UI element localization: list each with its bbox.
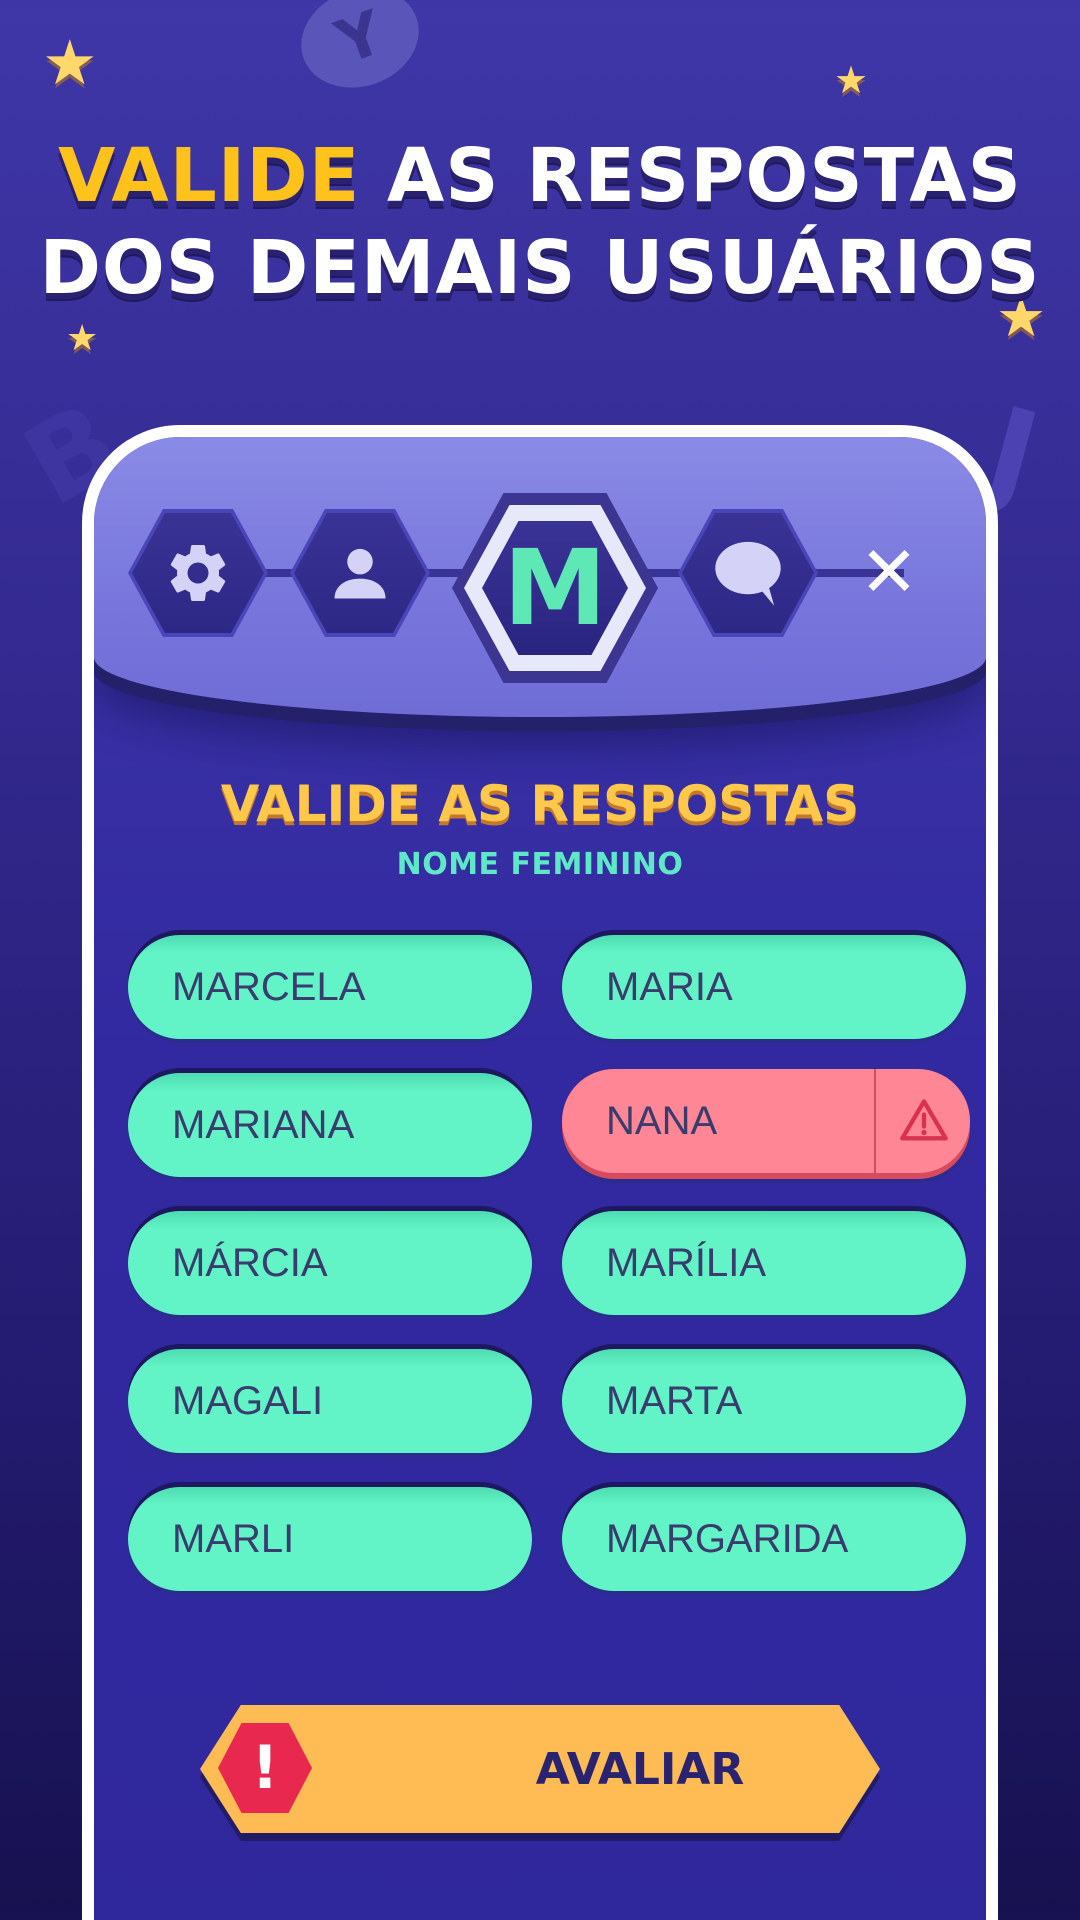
answer-text: MARIA bbox=[606, 964, 733, 1009]
headline-line-1-rest: AS RESPOSTAS bbox=[360, 133, 1022, 219]
evaluate-button-label: AVALIAR bbox=[535, 1743, 745, 1795]
answer-text: MARLI bbox=[172, 1516, 295, 1561]
answer-item[interactable]: MARGARIDA bbox=[562, 1487, 966, 1591]
answer-item[interactable]: MÁRCIA bbox=[128, 1211, 532, 1315]
close-button[interactable]: ✕ bbox=[854, 537, 924, 607]
evaluate-button[interactable]: ! AVALIAR bbox=[200, 1705, 880, 1833]
star-icon: ★ bbox=[66, 318, 99, 359]
answer-text: MARIANA bbox=[172, 1102, 355, 1147]
answer-item[interactable]: MARLI bbox=[128, 1487, 532, 1591]
answer-text: MAGALI bbox=[172, 1378, 324, 1423]
answer-text: MARÍLIA bbox=[606, 1240, 767, 1285]
answer-text: NANA bbox=[606, 1098, 718, 1143]
profile-button[interactable] bbox=[290, 509, 430, 637]
close-icon: ✕ bbox=[859, 531, 919, 613]
chat-icon bbox=[715, 541, 781, 606]
answer-item[interactable]: MARIANA bbox=[128, 1073, 532, 1177]
headline-line-1: VALIDE AS RESPOSTAS bbox=[0, 130, 1080, 222]
star-icon: ★ bbox=[42, 26, 98, 99]
answer-item[interactable]: MARÍLIA bbox=[562, 1211, 966, 1315]
answer-item[interactable]: MARTA bbox=[562, 1349, 966, 1453]
gear-icon bbox=[170, 544, 226, 601]
answer-item[interactable]: MAGALI bbox=[128, 1349, 532, 1453]
category-label: NOME FEMININO bbox=[396, 847, 684, 882]
chat-button[interactable] bbox=[678, 509, 818, 637]
promo-headline: VALIDE AS RESPOSTAS DOS DEMAIS USUÁRIOS bbox=[0, 130, 1080, 314]
answer-text: MÁRCIA bbox=[172, 1240, 328, 1285]
validation-title: VALIDE AS RESPOSTAS bbox=[220, 775, 860, 833]
top-nav-bar: M ✕ bbox=[94, 437, 986, 717]
headline-line-2: DOS DEMAIS USUÁRIOS bbox=[39, 225, 1041, 311]
alert-icon: ! bbox=[218, 1723, 312, 1813]
phone-screen: M ✕ VALIDE AS RESPOSTAS NOME FEMININO MA… bbox=[82, 425, 998, 1920]
headline-highlight: VALIDE bbox=[58, 133, 361, 219]
warning-icon[interactable] bbox=[898, 1095, 950, 1147]
answer-text: MARGARIDA bbox=[606, 1516, 849, 1561]
answer-item[interactable]: MARIA bbox=[562, 935, 966, 1039]
star-icon: ★ bbox=[834, 58, 869, 102]
answer-text: MARCELA bbox=[172, 964, 366, 1009]
background-letter-y: Y bbox=[287, 0, 433, 104]
divider bbox=[874, 1069, 876, 1173]
current-letter-badge: M bbox=[452, 493, 658, 683]
answer-text: MARTA bbox=[606, 1378, 743, 1423]
user-icon bbox=[334, 548, 386, 599]
settings-button[interactable] bbox=[128, 509, 268, 637]
answer-item[interactable]: MARCELA bbox=[128, 935, 532, 1039]
answer-item-flagged[interactable]: NANA bbox=[562, 1069, 970, 1173]
